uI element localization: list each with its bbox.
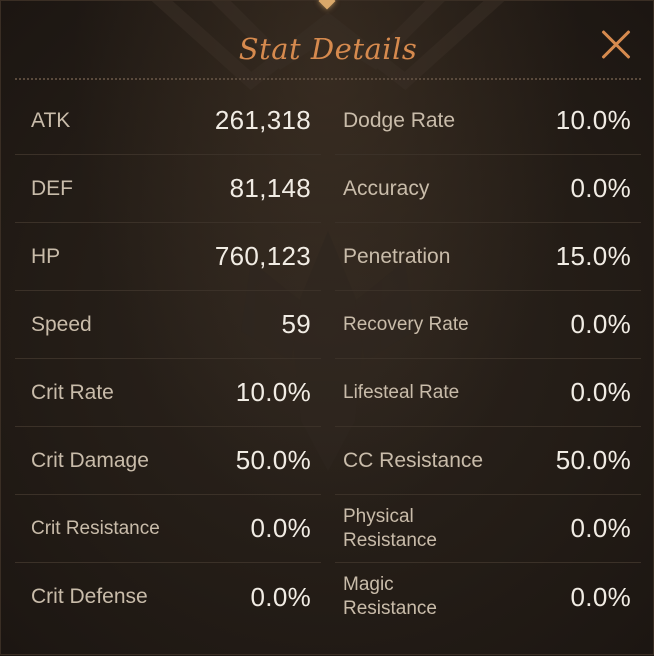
- stat-label: Penetration: [343, 244, 451, 268]
- stat-value: 10.0%: [235, 377, 311, 407]
- stat-value: 10.0%: [555, 105, 631, 135]
- stat-row-crit-resistance: Crit Resistance 0.0%: [15, 495, 321, 563]
- stat-label: Magic Resistance: [343, 574, 437, 619]
- stat-label: DEF: [31, 176, 73, 200]
- title-divider: [15, 78, 641, 80]
- stat-value: 50.0%: [555, 445, 631, 475]
- stat-label: Physical Resistance: [343, 505, 437, 551]
- stat-label: Accuracy: [343, 176, 430, 200]
- stats-column-right: Dodge Rate 10.0% Accuracy 0.0% Penetrati…: [335, 87, 641, 631]
- stat-value: 0.0%: [250, 513, 311, 543]
- top-gem-ornament: [318, 0, 336, 10]
- stat-row-magic-resistance: Magic Resistance 0.0%: [335, 563, 641, 631]
- stat-label: HP: [31, 244, 61, 268]
- stats-grid: ATK 261,318 DEF 81,148 HP 760,123 Speed …: [15, 87, 641, 631]
- stat-value: 0.0%: [570, 377, 631, 407]
- stat-row-speed: Speed 59: [15, 291, 321, 359]
- stat-row-physical-resistance: Physical Resistance 0.0%: [335, 495, 641, 563]
- stat-value: 0.0%: [570, 581, 631, 612]
- stat-value: 0.0%: [570, 309, 631, 339]
- stat-value: 50.0%: [235, 445, 311, 475]
- stat-value: 0.0%: [570, 173, 631, 203]
- stat-row-recovery-rate: Recovery Rate 0.0%: [335, 291, 641, 359]
- stat-label: Speed: [31, 312, 92, 336]
- close-icon[interactable]: [595, 25, 635, 65]
- stat-label: Crit Damage: [31, 448, 149, 472]
- stat-label: Crit Resistance: [31, 517, 160, 539]
- stat-label: Crit Defense: [31, 585, 148, 608]
- stat-value: 15.0%: [555, 241, 631, 271]
- stat-row-accuracy: Accuracy 0.0%: [335, 155, 641, 223]
- stat-label: Dodge Rate: [343, 108, 456, 132]
- stat-row-crit-rate: Crit Rate 10.0%: [15, 359, 321, 427]
- stat-label: Recovery Rate: [343, 313, 469, 335]
- stat-value: 0.0%: [250, 581, 311, 612]
- stat-row-dodge-rate: Dodge Rate 10.0%: [335, 87, 641, 155]
- stats-column-left: ATK 261,318 DEF 81,148 HP 760,123 Speed …: [15, 87, 321, 631]
- stat-row-cc-resistance: CC Resistance 50.0%: [335, 427, 641, 495]
- stat-row-lifesteal-rate: Lifesteal Rate 0.0%: [335, 359, 641, 427]
- stat-value: 760,123: [214, 241, 311, 271]
- stat-row-hp: HP 760,123: [15, 223, 321, 291]
- dialog-title: Stat Details: [238, 32, 418, 66]
- stat-label: ATK: [31, 108, 71, 132]
- stat-row-crit-defense: Crit Defense 0.0%: [15, 563, 321, 631]
- stat-label: Crit Rate: [31, 380, 114, 404]
- stat-value: 261,318: [214, 105, 311, 135]
- stat-value: 0.0%: [570, 513, 631, 543]
- stat-value: 81,148: [229, 173, 311, 203]
- stat-value: 59: [281, 309, 311, 339]
- stat-label: CC Resistance: [343, 448, 484, 472]
- stat-row-def: DEF 81,148: [15, 155, 321, 223]
- stat-row-crit-damage: Crit Damage 50.0%: [15, 427, 321, 495]
- stat-details-dialog: Stat Details ATK 261,318 DEF 81,148 HP 7…: [0, 0, 654, 655]
- stat-row-penetration: Penetration 15.0%: [335, 223, 641, 291]
- stat-label: Lifesteal Rate: [343, 381, 460, 403]
- stat-row-atk: ATK 261,318: [15, 87, 321, 155]
